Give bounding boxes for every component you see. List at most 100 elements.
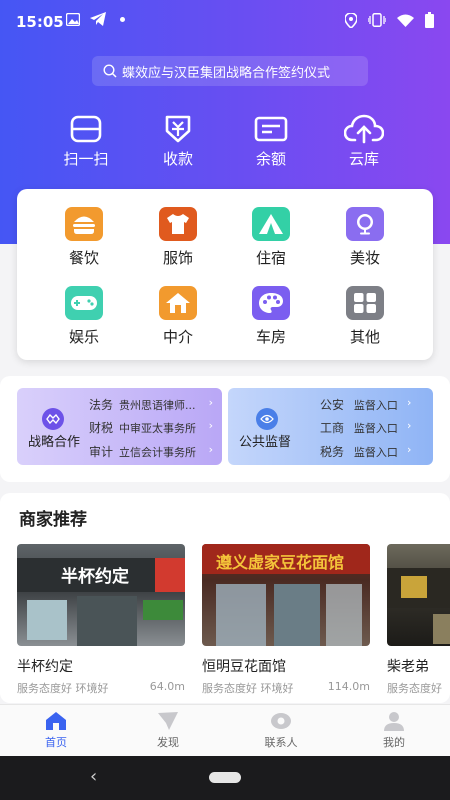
row-value: 贵州思语律师...: [119, 399, 196, 412]
category-car-house[interactable]: 车房: [231, 286, 311, 347]
merchant-meta: 服务态度好: [387, 680, 450, 696]
merchant-card[interactable]: 遵义虚家豆花面馆 恒明豆花面馆 服务态度好 环境好 114.0m: [202, 544, 370, 696]
tent-icon: [252, 207, 290, 241]
tab-home[interactable]: 首页: [16, 711, 96, 750]
merchant-photo: [387, 544, 450, 646]
merchant-tags: 服务态度好: [387, 682, 442, 695]
category-entertainment[interactable]: 娱乐: [44, 286, 124, 347]
battery-icon: [425, 12, 434, 28]
section-title: 商家推荐: [19, 510, 87, 530]
category-lodging[interactable]: 住宿: [231, 207, 311, 268]
tab-discover[interactable]: 发现: [128, 711, 208, 750]
merchant-name: 恒明豆花面馆: [202, 659, 286, 675]
strategic-row-tax[interactable]: 财税 中审亚太事务所 ›: [89, 419, 213, 436]
category-other[interactable]: 其他: [325, 286, 405, 347]
chevron-right-icon: ›: [208, 419, 213, 432]
quick-action-balance[interactable]: 余额: [226, 114, 316, 169]
location-icon: [345, 12, 357, 28]
category-label: 住宿: [255, 249, 286, 267]
vibrate-icon: [368, 13, 386, 27]
strategic-cooperation-title: 战略合作: [28, 435, 81, 450]
tab-label: 联系人: [264, 736, 298, 749]
merchant-distance: 114.0m: [327, 680, 370, 693]
category-label: 娱乐: [68, 328, 99, 346]
burger-icon: [65, 207, 103, 241]
public-row-police[interactable]: 公安 监督入口 ›: [320, 396, 411, 413]
merchant-name: 柴老弟: [387, 659, 429, 675]
search-bar[interactable]: 蝶效应与汉臣集团战略合作签约仪式: [92, 56, 368, 86]
merchant-tags: 服务态度好 环境好: [17, 682, 109, 695]
public-supervision-card[interactable]: 公共监督 公安 监督入口 › 工商 监督入口 › 税务 监督入口 ›: [228, 388, 433, 465]
row-key: 审计: [89, 445, 114, 459]
quick-action-label: 云库: [348, 150, 379, 168]
category-clothing[interactable]: 服饰: [138, 207, 218, 268]
merchant-recommendations: 商家推荐 半杯约定 半杯约定 服务态度好 环境好 64.0m 遵义虚家豆花面馆 …: [0, 493, 450, 703]
merchant-card[interactable]: 柴老弟 服务态度好: [387, 544, 450, 696]
public-row-tax[interactable]: 税务 监督入口 ›: [320, 443, 411, 460]
strategic-row-audit[interactable]: 审计 立信会计事务所 ›: [89, 443, 213, 460]
tab-label: 我的: [383, 736, 405, 749]
handshake-icon: [42, 408, 64, 430]
tshirt-icon: [159, 207, 197, 241]
scan-icon: [70, 115, 102, 143]
quick-actions: 扫一扫 收款 余额 云库: [0, 114, 450, 174]
quick-action-label: 收款: [162, 150, 193, 168]
quick-action-cloud[interactable]: 云库: [319, 114, 409, 169]
gamepad-icon: [65, 286, 103, 320]
quick-action-receive[interactable]: 收款: [133, 114, 223, 169]
system-navigation-bar: ‹: [0, 756, 450, 800]
chevron-right-icon: ›: [208, 396, 213, 409]
row-value: 中审亚太事务所: [119, 422, 196, 435]
category-label: 中介: [162, 328, 193, 346]
eye-icon: [256, 408, 278, 430]
merchant-name: 半杯约定: [17, 659, 73, 675]
row-key: 公安: [320, 398, 345, 412]
merchant-tags: 服务态度好 环境好: [202, 682, 294, 695]
chevron-right-icon: ›: [208, 443, 213, 456]
contacts-icon: [271, 713, 291, 729]
search-icon: [103, 64, 117, 78]
receive-payment-icon: [165, 115, 191, 143]
back-icon[interactable]: ‹: [90, 766, 97, 787]
strategic-row-legal[interactable]: 法务 贵州思语律师... ›: [89, 396, 213, 413]
tab-label: 首页: [45, 736, 67, 749]
chevron-right-icon: ›: [407, 419, 412, 432]
image-icon: [66, 12, 80, 26]
public-supervision-title: 公共监督: [239, 435, 292, 450]
category-beauty[interactable]: 美妆: [325, 207, 405, 268]
row-key: 财税: [89, 421, 114, 435]
home-pill[interactable]: [209, 772, 241, 783]
search-placeholder: 蝶效应与汉臣集团战略合作签约仪式: [122, 65, 331, 81]
telegram-icon: [90, 12, 106, 26]
merchant-meta: 服务态度好 环境好 64.0m: [17, 680, 185, 696]
category-label: 车房: [255, 328, 286, 346]
category-agency[interactable]: 中介: [138, 286, 218, 347]
merchant-photo: 半杯约定: [17, 544, 185, 646]
public-row-commerce[interactable]: 工商 监督入口 ›: [320, 419, 411, 436]
palette-icon: [252, 286, 290, 320]
merchant-card[interactable]: 半杯约定 半杯约定 服务态度好 环境好 64.0m: [17, 544, 185, 696]
row-key: 法务: [89, 398, 114, 412]
grid-icon: [346, 286, 384, 320]
status-time: 15:05: [16, 13, 64, 31]
merchant-sign: 半杯约定: [61, 567, 129, 587]
merchant-distance: 64.0m: [149, 680, 185, 693]
category-label: 美妆: [349, 249, 380, 267]
merchant-photo: 遵义虚家豆花面馆: [202, 544, 370, 646]
row-key: 税务: [320, 445, 345, 459]
profile-icon: [384, 712, 404, 731]
row-value: 立信会计事务所: [119, 446, 196, 459]
chevron-right-icon: ›: [407, 443, 412, 456]
category-dining[interactable]: 餐饮: [44, 207, 124, 268]
tab-profile[interactable]: 我的: [354, 711, 434, 750]
quick-action-scan[interactable]: 扫一扫: [41, 114, 131, 169]
cloud-upload-icon: [344, 114, 384, 144]
house-icon: [159, 286, 197, 320]
merchant-meta: 服务态度好 环境好 114.0m: [202, 680, 370, 696]
strategic-cooperation-card[interactable]: 战略合作 法务 贵州思语律师... › 财税 中审亚太事务所 › 审计 立信会计事务所…: [17, 388, 222, 465]
category-card: 餐饮 服饰 住宿 美妆 娱乐 中介 车房 其他: [17, 189, 433, 360]
mirror-icon: [346, 207, 384, 241]
category-label: 其他: [349, 328, 380, 346]
cooperation-section: 战略合作 法务 贵州思语律师... › 财税 中审亚太事务所 › 审计 立信会计事务所…: [0, 376, 450, 482]
tab-contacts[interactable]: 联系人: [241, 711, 321, 750]
